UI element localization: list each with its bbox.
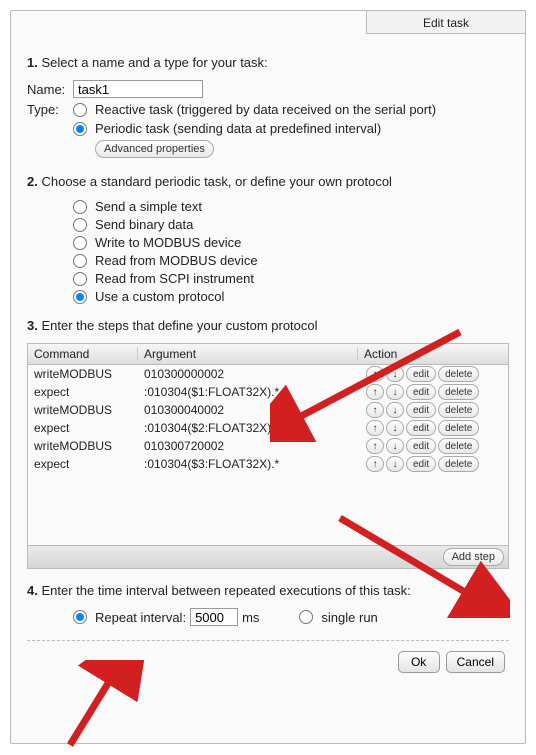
delete-row-button[interactable]: delete [438, 420, 479, 436]
table-row[interactable]: writeMODBUS010300040002↑↓editdelete [28, 401, 508, 419]
edit-row-button[interactable]: edit [406, 456, 436, 472]
move-down-button[interactable]: ↓ [386, 384, 404, 400]
move-down-button[interactable]: ↓ [386, 456, 404, 472]
cell-actions: ↑↓editdelete [358, 456, 508, 472]
single-run-label: single run [321, 610, 377, 625]
cell-command: expect [28, 385, 138, 399]
move-up-button[interactable]: ↑ [366, 438, 384, 454]
move-up-button[interactable]: ↑ [366, 420, 384, 436]
cell-actions: ↑↓editdelete [358, 420, 508, 436]
edit-row-button[interactable]: edit [406, 420, 436, 436]
step4-heading: 4. Enter the time interval between repea… [27, 583, 509, 598]
radio-step2-option[interactable] [73, 218, 87, 232]
cell-command: expect [28, 457, 138, 471]
radio-repeat-interval[interactable] [73, 610, 87, 624]
cell-argument: :010304($1:FLOAT32X).* [138, 385, 358, 399]
repeat-interval-label: Repeat interval: [95, 610, 186, 625]
move-up-button[interactable]: ↑ [366, 456, 384, 472]
col-command: Command [28, 347, 138, 361]
radio-reactive-task[interactable] [73, 103, 87, 117]
col-action: Action [358, 347, 508, 361]
radio-periodic-label: Periodic task (sending data at predefine… [95, 121, 381, 136]
move-down-button[interactable]: ↓ [386, 438, 404, 454]
delete-row-button[interactable]: delete [438, 456, 479, 472]
table-row[interactable]: writeMODBUS010300720002↑↓editdelete [28, 437, 508, 455]
cell-command: expect [28, 421, 138, 435]
table-header: Command Argument Action [28, 344, 508, 365]
tab-strip: Edit task [366, 10, 526, 34]
move-up-button[interactable]: ↑ [366, 366, 384, 382]
step1-heading: 1. Select a name and a type for your tas… [27, 55, 509, 70]
radio-reactive-label: Reactive task (triggered by data receive… [95, 102, 436, 117]
table-row[interactable]: expect:010304($3:FLOAT32X).*↑↓editdelete [28, 455, 508, 473]
radio-step2-option[interactable] [73, 272, 87, 286]
step3-heading: 3. Enter the steps that define your cust… [27, 318, 509, 333]
radio-step2-option[interactable] [73, 236, 87, 250]
radio-step2-label: Read from MODBUS device [95, 253, 258, 268]
radio-step2-option[interactable] [73, 290, 87, 304]
add-step-button[interactable]: Add step [443, 548, 504, 566]
ok-button[interactable]: Ok [398, 651, 440, 673]
cell-actions: ↑↓editdelete [358, 438, 508, 454]
radio-step2-label: Send a simple text [95, 199, 202, 214]
protocol-steps-table: Command Argument Action writeMODBUS01030… [27, 343, 509, 569]
cell-command: writeMODBUS [28, 367, 138, 381]
cell-actions: ↑↓editdelete [358, 384, 508, 400]
delete-row-button[interactable]: delete [438, 384, 479, 400]
cell-command: writeMODBUS [28, 403, 138, 417]
edit-row-button[interactable]: edit [406, 402, 436, 418]
delete-row-button[interactable]: delete [438, 438, 479, 454]
repeat-interval-input[interactable] [190, 608, 238, 626]
table-row[interactable]: expect:010304($2:FLOAT32X).*↑↓editdelete [28, 419, 508, 437]
radio-step2-label: Read from SCPI instrument [95, 271, 254, 286]
move-down-button[interactable]: ↓ [386, 420, 404, 436]
radio-step2-label: Send binary data [95, 217, 193, 232]
move-down-button[interactable]: ↓ [386, 366, 404, 382]
cell-argument: :010304($3:FLOAT32X).* [138, 457, 358, 471]
cell-actions: ↑↓editdelete [358, 366, 508, 382]
cancel-button[interactable]: Cancel [446, 651, 505, 673]
table-row[interactable]: writeMODBUS010300000002↑↓editdelete [28, 365, 508, 383]
move-down-button[interactable]: ↓ [386, 402, 404, 418]
radio-single-run[interactable] [299, 610, 313, 624]
edit-row-button[interactable]: edit [406, 384, 436, 400]
name-label: Name: [27, 82, 73, 97]
edit-task-panel: Edit task 1. Select a name and a type fo… [10, 10, 526, 744]
delete-row-button[interactable]: delete [438, 402, 479, 418]
cell-command: writeMODBUS [28, 439, 138, 453]
radio-step2-option[interactable] [73, 254, 87, 268]
radio-step2-label: Write to MODBUS device [95, 235, 241, 250]
task-name-input[interactable] [73, 80, 203, 98]
move-up-button[interactable]: ↑ [366, 384, 384, 400]
cell-actions: ↑↓editdelete [358, 402, 508, 418]
radio-step2-option[interactable] [73, 200, 87, 214]
cell-argument: :010304($2:FLOAT32X).* [138, 421, 358, 435]
radio-step2-label: Use a custom protocol [95, 289, 224, 304]
move-up-button[interactable]: ↑ [366, 402, 384, 418]
type-label: Type: [27, 102, 73, 117]
separator [27, 640, 509, 641]
table-row[interactable]: expect:010304($1:FLOAT32X).*↑↓editdelete [28, 383, 508, 401]
col-argument: Argument [138, 347, 358, 361]
delete-row-button[interactable]: delete [438, 366, 479, 382]
repeat-interval-unit: ms [242, 610, 259, 625]
edit-row-button[interactable]: edit [406, 366, 436, 382]
cell-argument: 010300720002 [138, 439, 358, 453]
tab-edit-task[interactable]: Edit task [366, 10, 526, 34]
cell-argument: 010300000002 [138, 367, 358, 381]
cell-argument: 010300040002 [138, 403, 358, 417]
radio-periodic-task[interactable] [73, 122, 87, 136]
advanced-properties-button[interactable]: Advanced properties [95, 140, 214, 158]
step2-heading: 2. Choose a standard periodic task, or d… [27, 174, 509, 189]
edit-row-button[interactable]: edit [406, 438, 436, 454]
